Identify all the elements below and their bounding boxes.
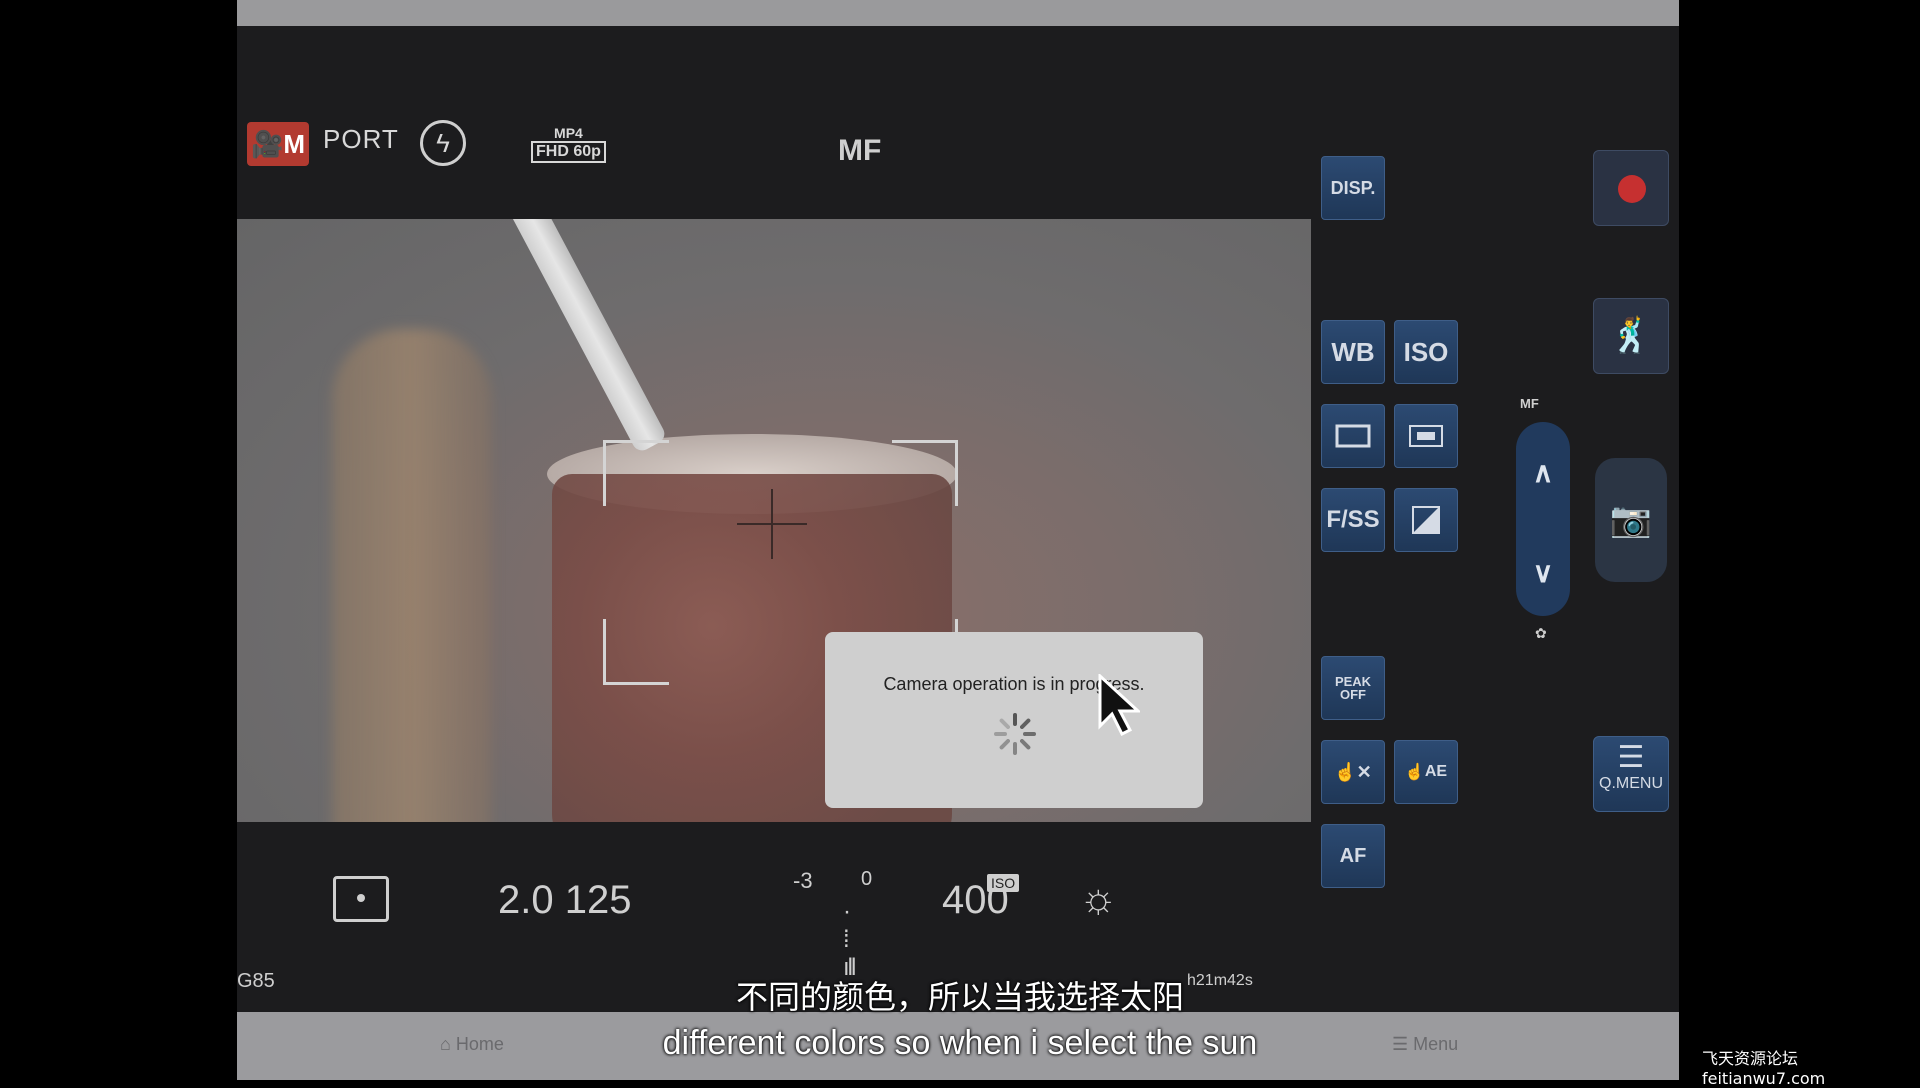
qmenu-label: Q.MENU [1599,775,1663,792]
iso-tag: ISO [987,874,1020,892]
camera-icon[interactable]: 📷 [1595,458,1667,582]
top-bar [237,0,1679,26]
home-icon: ⌂ [440,1034,456,1054]
remaining-time: h21m42s [1187,972,1253,989]
macro-flower-icon: ✿ [1535,625,1547,641]
aspect-ratio-icon [1409,425,1443,447]
flash-off-icon: ϟ [420,120,466,166]
aperture-shutter[interactable]: 2.0 125 [498,878,631,923]
spinner-icon [994,713,1036,755]
metering-icon[interactable] [333,876,389,922]
ev-zero: 0 [861,868,873,890]
ev-scale-icon: -3 0 · ⁞ıll [793,868,872,981]
chevron-up-icon[interactable]: ∧ [1516,428,1570,516]
touch-shutter-off-icon: ☝✕ [1334,761,1372,782]
photo-style-port: PORT [323,124,399,154]
dialog-message: Camera operation is in progress. [883,674,1145,694]
camera-model: G85 [237,970,275,992]
peak-state: OFF [1340,687,1366,702]
nav-home[interactable]: ⌂ Home [440,1034,504,1055]
af-frame-corner [892,440,958,506]
chevron-down-icon[interactable]: ∨ [1516,528,1570,616]
scene-icon[interactable]: 🕺 [1593,298,1669,374]
bottom-nav: ⌂ Home ☰ Menu [237,1012,1679,1080]
nav-menu-label: Menu [1413,1034,1459,1054]
focus-mode: MF [838,134,882,167]
exposure-comp-icon [1412,506,1440,534]
white-balance-sun-icon[interactable]: ☼ [1079,874,1118,922]
record-icon[interactable] [1593,150,1669,226]
straw [497,219,668,454]
touch-af-label: AF [1339,844,1367,867]
touch-ae-button[interactable]: ☝ AE [1394,740,1458,804]
menu-icon: ☰ [1392,1034,1414,1054]
iso-button[interactable]: ISO [1394,320,1458,384]
camera-remote-app: 🎥 M PORT ϟ MP4 FHD 60p MF Camera operatio… [237,0,1679,1080]
photo-style-button[interactable] [1321,404,1385,468]
nav-menu[interactable]: ☰ Menu [1392,1034,1458,1055]
touch-ae-label: AE [1424,763,1448,780]
af-frame-corner [603,619,669,685]
wooden-figure [332,329,492,822]
wb-button[interactable]: WB [1321,320,1385,384]
qmenu-button[interactable]: ☰ Q.MENU [1593,736,1669,812]
exposure-comp-button[interactable] [1394,488,1458,552]
ev-left: -3 [793,868,813,893]
af-frame-corner [603,440,669,506]
peak-button[interactable]: PEAK OFF [1321,656,1385,720]
rec-format-quality: FHD 60p [531,141,606,163]
photo-style-icon [1335,424,1371,448]
ev-bars: · ⁞ıll [843,898,856,981]
rec-format-container: MP4 [554,125,583,141]
status-row: 🎥 M PORT ϟ MP4 FHD 60p MF [237,110,1307,180]
nav-home-label: Home [455,1034,504,1054]
rec-format: MP4 FHD 60p [531,126,606,163]
mf-label: MF [1520,396,1539,411]
exposure-row: 2.0 125 -3 0 · ⁞ıll 400 ISO ☼ [237,860,1311,981]
touch-icon: ☝ [1404,764,1425,781]
touch-shutter-button[interactable]: ☝✕ [1321,740,1385,804]
mode-label: M [283,128,306,159]
fss-button[interactable]: F/SS [1321,488,1385,552]
watermark: 飞天资源论坛 feitianwu7.com [1702,1049,1826,1088]
focus-crosshair [737,489,807,559]
touch-af-button[interactable]: AF [1321,824,1385,888]
disp-button[interactable]: DISP. [1321,156,1385,220]
aspect-button[interactable] [1394,404,1458,468]
progress-dialog: Camera operation is in progress. [825,632,1203,808]
qmenu-list-icon: ☰ [1617,741,1645,774]
movie-mode-icon: 🎥 M [247,122,309,166]
cursor-arrow-icon [1098,674,1140,736]
